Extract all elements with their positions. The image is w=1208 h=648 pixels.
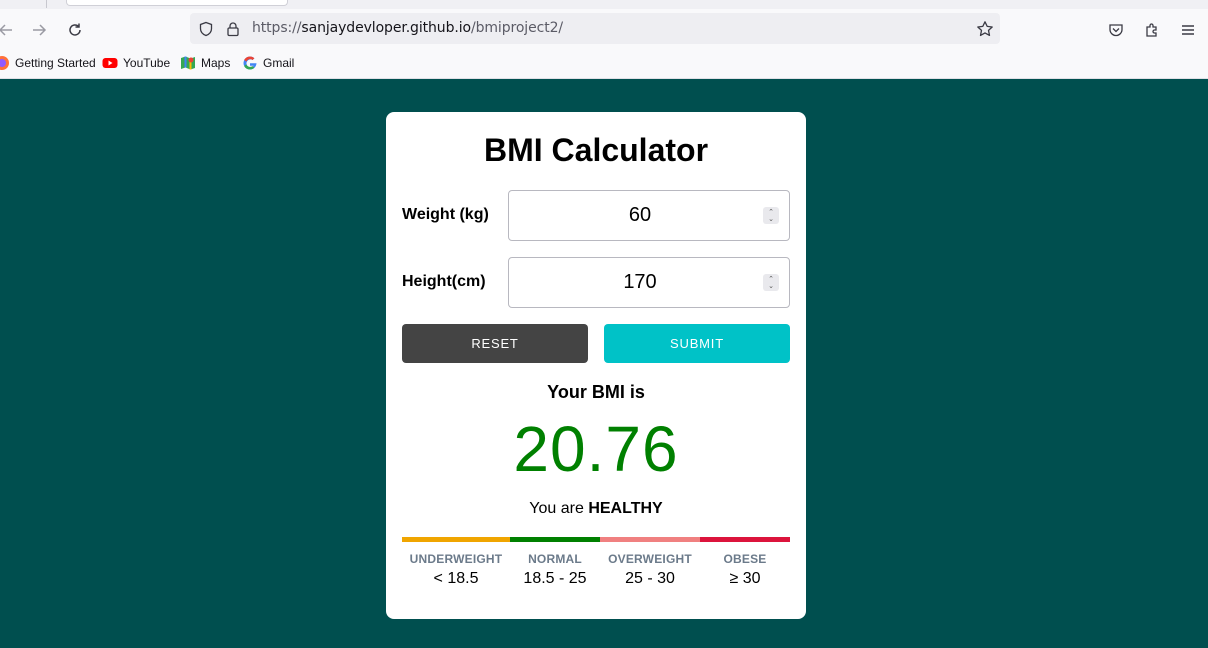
category-name: OBESE — [723, 552, 767, 566]
category-overweight: OVERWEIGHT 25 - 30 — [600, 552, 700, 588]
spin-down-icon[interactable]: ⌄ — [768, 216, 774, 223]
firefox-icon — [0, 55, 10, 71]
url-bar[interactable]: https://sanjaydevloper.github.io/bmiproj… — [190, 13, 1000, 44]
weight-label: Weight (kg) — [402, 206, 489, 223]
height-spinner[interactable]: ⌃ ⌄ — [763, 274, 779, 291]
bmi-card: BMI Calculator Weight (kg) 60 ⌃ ⌄ Height… — [386, 112, 806, 619]
weight-value: 60 — [628, 204, 652, 226]
back-icon[interactable] — [0, 19, 18, 41]
pocket-icon[interactable] — [1105, 19, 1127, 41]
height-label: Height(cm) — [402, 273, 486, 290]
category-obese: OBESE ≥ 30 — [700, 552, 790, 588]
spin-down-icon[interactable]: ⌄ — [768, 283, 774, 290]
reload-icon[interactable] — [63, 19, 87, 41]
google-icon — [242, 55, 258, 71]
category-range: 25 - 30 — [625, 570, 675, 587]
page-title: BMI Calculator — [483, 132, 709, 168]
scale-bar-normal — [510, 537, 600, 542]
bookmarks-bar: Getting Started YouTube Maps Gmail — [0, 49, 1208, 79]
bmi-value: 20.76 — [513, 413, 679, 485]
weight-input[interactable]: 60 ⌃ ⌄ — [508, 190, 790, 241]
reset-button[interactable]: RESET — [402, 324, 588, 363]
shield-icon[interactable] — [196, 19, 216, 39]
bookmark-youtube[interactable]: YouTube — [102, 55, 170, 71]
status-value: HEALTHY — [588, 500, 663, 517]
weight-spinner[interactable]: ⌃ ⌄ — [763, 207, 779, 224]
bookmark-maps[interactable]: Maps — [180, 55, 230, 71]
lock-icon[interactable] — [223, 19, 243, 39]
scale-bar-obese — [700, 537, 790, 542]
spin-up-icon[interactable]: ⌃ — [768, 209, 774, 216]
forward-icon[interactable] — [27, 19, 51, 41]
submit-button[interactable]: SUBMIT — [604, 324, 790, 363]
bookmark-label: YouTube — [123, 56, 171, 70]
menu-icon[interactable] — [1177, 19, 1199, 41]
status-text: You are HEALTHY — [386, 500, 806, 518]
url-text[interactable]: https://sanjaydevloper.github.io/bmiproj… — [252, 20, 563, 36]
category-name: NORMAL — [528, 552, 582, 566]
bookmark-label: Getting Started — [15, 56, 96, 70]
url-path: /bmiproject2/ — [470, 20, 564, 36]
scale-bar-overweight — [600, 537, 700, 542]
active-tab[interactable] — [66, 0, 288, 6]
category-range: < 18.5 — [433, 570, 479, 587]
height-input[interactable]: 170 ⌃ ⌄ — [508, 257, 790, 308]
maps-icon — [180, 55, 196, 71]
spin-up-icon[interactable]: ⌃ — [768, 276, 774, 283]
url-prefix: https:// — [252, 20, 302, 36]
bookmark-label: Gmail — [263, 56, 295, 70]
youtube-icon — [102, 55, 118, 71]
height-value: 170 — [623, 271, 657, 293]
category-range: ≥ 30 — [729, 570, 761, 587]
category-name: OVERWEIGHT — [608, 552, 692, 566]
browser-toolbar: https://sanjaydevloper.github.io/bmiproj… — [0, 9, 1208, 49]
bookmark-getting-started[interactable]: Getting Started — [0, 55, 96, 71]
tab-separator — [46, 0, 47, 8]
category-name: UNDERWEIGHT — [409, 552, 503, 566]
bookmark-label: Maps — [201, 56, 231, 70]
category-range: 18.5 - 25 — [523, 570, 587, 587]
category-normal: NORMAL 18.5 - 25 — [510, 552, 600, 588]
url-host: sanjaydevloper.github.io — [301, 20, 471, 36]
extensions-icon[interactable] — [1141, 19, 1163, 41]
category-underweight: UNDERWEIGHT < 18.5 — [402, 552, 510, 588]
result-heading: Your BMI is — [547, 382, 645, 402]
status-prefix: You are — [529, 500, 584, 517]
bookmark-gmail[interactable]: Gmail — [242, 55, 294, 71]
scale-bar-underweight — [402, 537, 510, 542]
bookmark-star-icon[interactable] — [975, 19, 995, 39]
